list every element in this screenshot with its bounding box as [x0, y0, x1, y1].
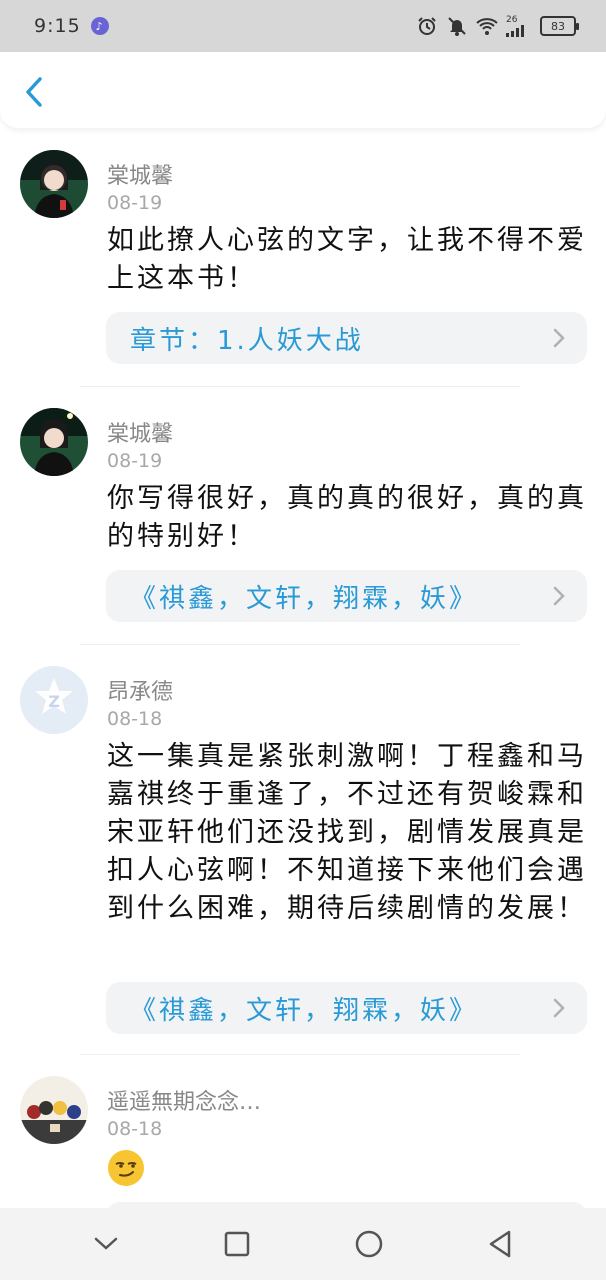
- comment-date: 08-18: [107, 708, 163, 730]
- chevron-right-icon: [553, 586, 565, 606]
- divider: [80, 386, 520, 387]
- username[interactable]: 遥遥無期念念…: [107, 1084, 261, 1116]
- comment-date: 08-18: [107, 1118, 163, 1140]
- alarm-icon: [416, 15, 438, 37]
- divider: [80, 1054, 520, 1055]
- comment-text: 你写得很好，真的真的很好，真的真的特别好！: [107, 483, 587, 552]
- avatar[interactable]: [20, 1076, 88, 1144]
- chapter-label: 章节：1.人妖大战: [130, 325, 364, 356]
- square-icon: [225, 1231, 250, 1257]
- chevron-right-icon: [553, 328, 565, 348]
- comment-text: 这一集真是紧张刺激啊！丁程鑫和马嘉祺终于重逢了，不过还有贺峻霖和宋亚轩他们还没找…: [107, 741, 587, 924]
- avatar[interactable]: Z: [20, 666, 88, 734]
- wifi-icon: [476, 15, 498, 37]
- status-time: 9:15: [34, 15, 81, 37]
- chevron-right-icon: [553, 998, 565, 1018]
- divider: [80, 644, 520, 645]
- username[interactable]: 棠城馨: [107, 158, 173, 190]
- svg-text:Z: Z: [48, 692, 60, 711]
- username[interactable]: 昂承德: [107, 674, 173, 706]
- nav-recents-button[interactable]: [207, 1214, 267, 1274]
- chapter-label: 《祺鑫，文轩，翔霖，妖》: [130, 995, 479, 1026]
- chapter-link[interactable]: 《祺鑫，文轩，翔霖，妖》: [106, 570, 587, 622]
- battery-level: 83: [551, 19, 565, 33]
- mute-icon: [446, 15, 468, 37]
- chevron-left-icon: [26, 77, 42, 107]
- comment-date: 08-19: [107, 192, 163, 214]
- comment-feed[interactable]: 棠城馨 08-19 如此撩人心弦的文字，让我不得不爱上这本书！ 章节：1.人妖大…: [0, 128, 606, 1208]
- chevron-down-icon: [94, 1237, 117, 1250]
- avatar[interactable]: [20, 150, 88, 218]
- status-bar: 9:15 ♪ 26 83: [0, 0, 606, 52]
- nav-home-button[interactable]: [339, 1214, 399, 1274]
- battery-icon: 83: [540, 16, 579, 36]
- circle-icon: [355, 1230, 382, 1258]
- network-label: 26: [506, 14, 518, 25]
- nav-back-button[interactable]: [470, 1214, 530, 1274]
- chapter-link[interactable]: 章节：1.人妖大战: [106, 312, 587, 364]
- comment-date: 08-19: [107, 450, 163, 472]
- comment-text: 如此撩人心弦的文字，让我不得不爱上这本书！: [107, 225, 587, 294]
- system-nav-bar: [0, 1208, 606, 1280]
- top-header: [0, 52, 606, 128]
- username[interactable]: 棠城馨: [107, 416, 173, 448]
- nav-collapse-button[interactable]: [76, 1214, 136, 1274]
- avatar[interactable]: [20, 408, 88, 476]
- triangle-back-icon: [490, 1230, 511, 1258]
- signal-icon: 26: [506, 15, 532, 37]
- back-button[interactable]: [18, 74, 50, 110]
- smirk-emoji: [108, 1150, 144, 1186]
- chapter-link[interactable]: 《祺鑫，文轩，翔霖，妖》: [106, 982, 587, 1034]
- chapter-label: 《祺鑫，文轩，翔霖，妖》: [130, 583, 479, 614]
- music-icon: ♪: [90, 17, 109, 35]
